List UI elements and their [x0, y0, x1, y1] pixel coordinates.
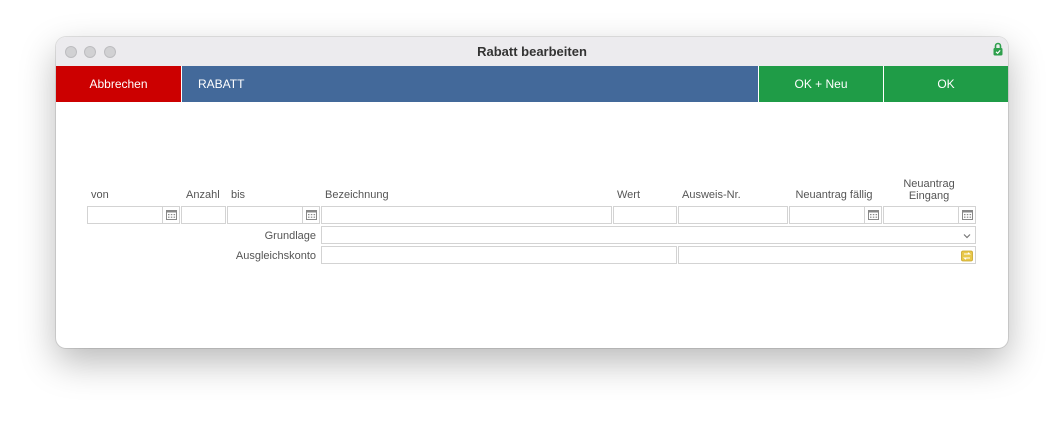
calendar-icon[interactable]: [864, 206, 882, 224]
ausweis-nr-field[interactable]: [678, 206, 788, 224]
label-ausweis-nr: Ausweis-Nr.: [682, 189, 741, 201]
wert-field[interactable]: [613, 206, 677, 224]
label-ausgleichskonto: Ausgleichskonto: [235, 250, 316, 262]
dialog-window: Rabatt bearbeiten Abbrechen RABATT OK + …: [56, 37, 1008, 348]
bezeichnung-field[interactable]: [321, 206, 612, 224]
von-date-field[interactable]: [87, 206, 163, 224]
grundlage-select[interactable]: [321, 226, 976, 244]
label-wert: Wert: [617, 189, 641, 201]
lock-icon: [993, 42, 1003, 61]
ok-new-button[interactable]: OK + Neu: [758, 66, 883, 102]
label-bis: bis: [231, 189, 246, 201]
section-title: RABATT: [181, 66, 758, 102]
ok-button[interactable]: OK: [883, 66, 1008, 102]
label-neuantrag-eingang-line1: Neuantrag: [903, 178, 955, 190]
calendar-icon[interactable]: [162, 206, 180, 224]
calendar-icon[interactable]: [302, 206, 320, 224]
title-bar: Rabatt bearbeiten: [56, 37, 1008, 67]
label-neuantrag-eingang-line2: Eingang: [908, 190, 950, 202]
anzahl-field[interactable]: [181, 206, 226, 224]
neuantrag-faellig-date-field[interactable]: [789, 206, 865, 224]
label-anzahl: Anzahl: [186, 189, 220, 201]
label-grundlage: Grundlage: [264, 230, 316, 242]
neuantrag-eingang-date-field[interactable]: [883, 206, 959, 224]
label-neuantrag-faellig: Neuantrag fällig: [795, 189, 873, 201]
ausgleichskonto-name-field[interactable]: [678, 246, 976, 264]
ausgleichskonto-field[interactable]: [321, 246, 677, 264]
cancel-button[interactable]: Abbrechen: [56, 66, 181, 102]
label-von: von: [91, 189, 109, 201]
window-title: Rabatt bearbeiten: [477, 44, 587, 59]
bis-date-field[interactable]: [227, 206, 303, 224]
chevron-down-icon[interactable]: [961, 229, 973, 247]
calendar-icon[interactable]: [958, 206, 976, 224]
toolbar: Abbrechen RABATT OK + Neu OK: [56, 66, 1008, 102]
lookup-icon[interactable]: [961, 249, 973, 267]
label-bezeichnung: Bezeichnung: [325, 189, 389, 201]
